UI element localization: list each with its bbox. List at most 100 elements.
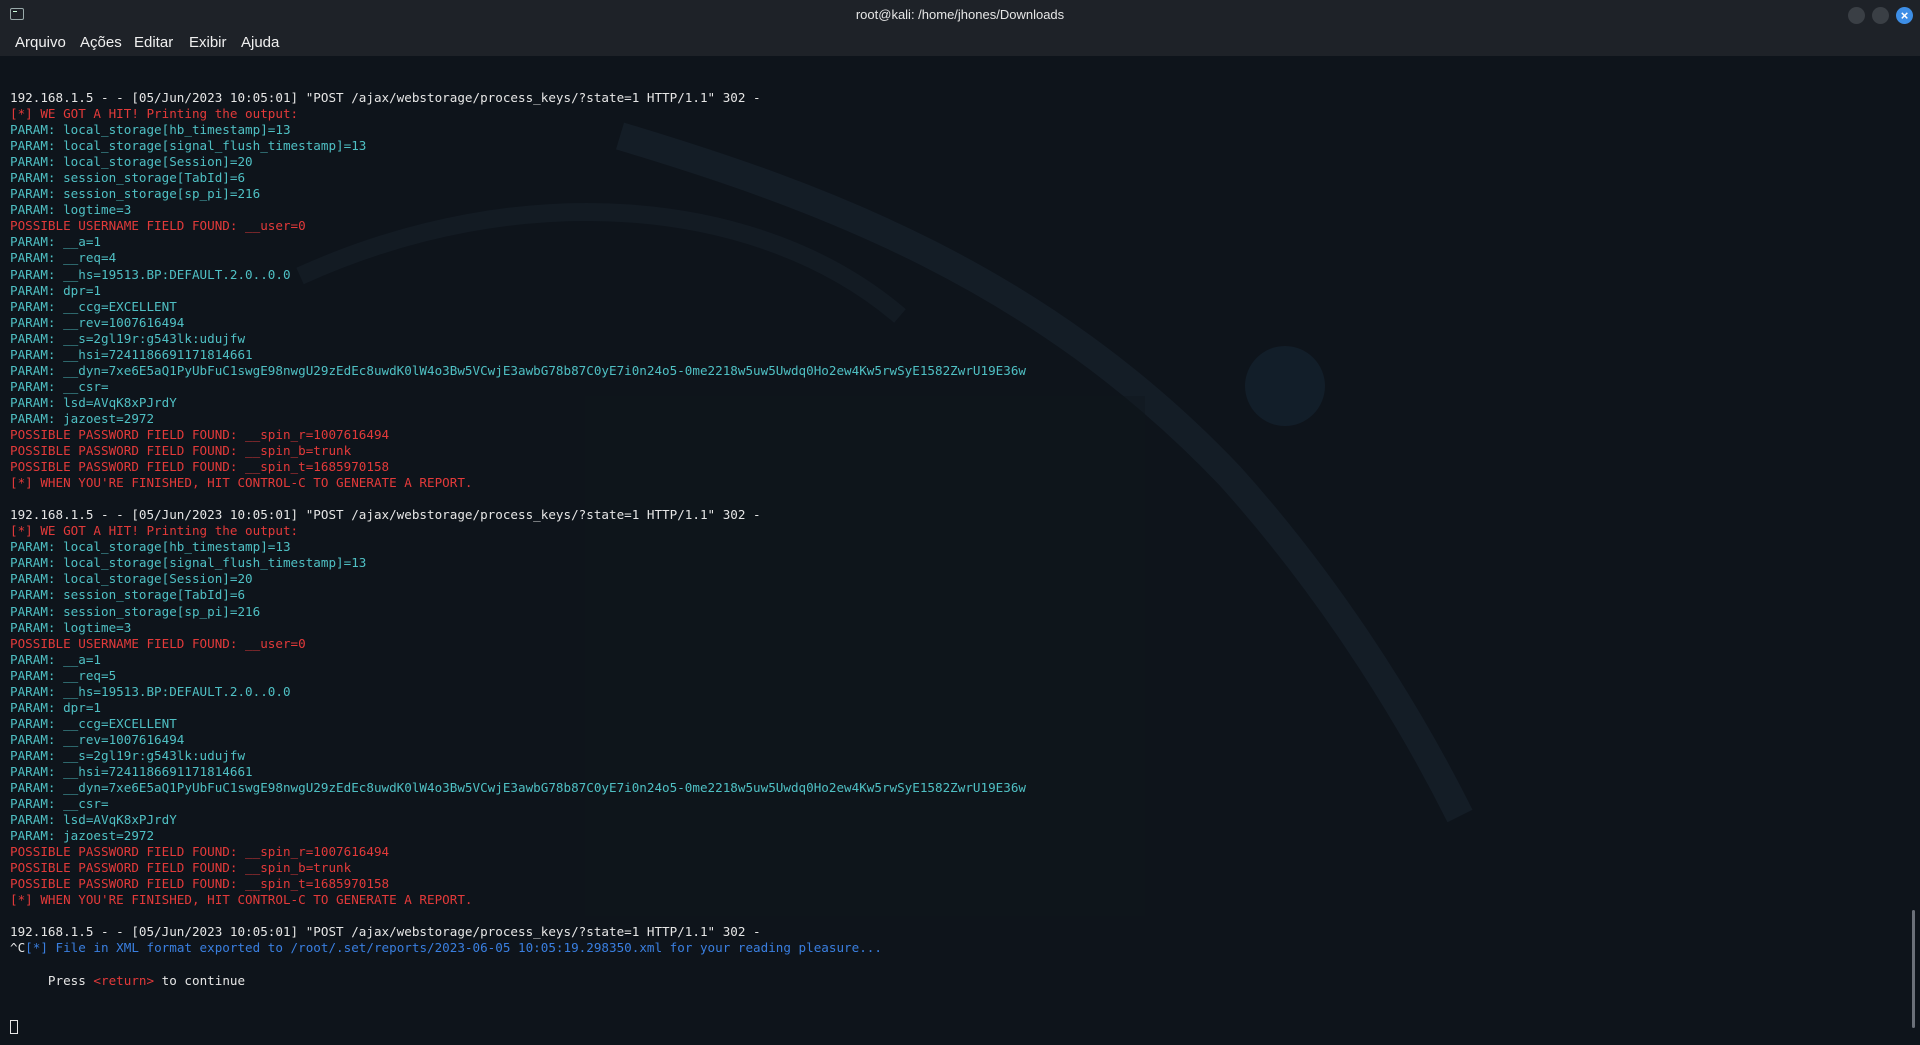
terminal-line: Press <return> to continue bbox=[10, 973, 1026, 989]
terminal-line: POSSIBLE USERNAME FIELD FOUND: __user=0 bbox=[10, 636, 1026, 652]
terminal-text-segment: Press bbox=[10, 972, 94, 988]
scrollbar-thumb[interactable] bbox=[1912, 910, 1915, 1028]
terminal-line: PARAM: __csr= bbox=[10, 796, 1026, 812]
terminal-line: [*] WE GOT A HIT! Printing the output: bbox=[10, 523, 1026, 539]
terminal-line: PARAM: local_storage[hb_timestamp]=13 bbox=[10, 539, 1026, 555]
terminal-line: POSSIBLE USERNAME FIELD FOUND: __user=0 bbox=[10, 218, 1026, 234]
terminal-line: PARAM: local_storage[signal_flush_timest… bbox=[10, 555, 1026, 571]
terminal-text-segment: PARAM: local_storage[signal_flush_timest… bbox=[10, 555, 367, 571]
terminal-text-segment: PARAM: local_storage[hb_timestamp]=13 bbox=[10, 539, 291, 555]
terminal-line: ^C[*] File in XML format exported to /ro… bbox=[10, 940, 1026, 956]
terminal-line: POSSIBLE PASSWORD FIELD FOUND: __spin_r=… bbox=[10, 844, 1026, 860]
terminal-text-segment: PARAM: session_storage[TabId]=6 bbox=[10, 170, 246, 186]
terminal-line: PARAM: __a=1 bbox=[10, 234, 1026, 250]
terminal-text-segment: POSSIBLE USERNAME FIELD FOUND: __user=0 bbox=[10, 635, 306, 651]
terminal-line: PARAM: __s=2gl19r:g543lk:udujfw bbox=[10, 331, 1026, 347]
terminal-line: PARAM: local_storage[hb_timestamp]=13 bbox=[10, 122, 1026, 138]
terminal-line: POSSIBLE PASSWORD FIELD FOUND: __spin_t=… bbox=[10, 876, 1026, 892]
terminal-line: PARAM: __a=1 bbox=[10, 652, 1026, 668]
menu-exibir[interactable]: Exibir bbox=[189, 34, 227, 51]
terminal-text-segment: PARAM: lsd=AVqK8xPJrdY bbox=[10, 812, 177, 828]
terminal-line: PARAM: __dyn=7xe6E5aQ1PyUbFuC1swgE98nwgU… bbox=[10, 780, 1026, 796]
terminal-text-segment: ^C bbox=[10, 940, 26, 956]
close-button[interactable]: × bbox=[1896, 7, 1913, 24]
terminal-line: PARAM: __s=2gl19r:g543lk:udujfw bbox=[10, 748, 1026, 764]
terminal-line: 192.168.1.5 - - [05/Jun/2023 10:05:01] "… bbox=[10, 90, 1026, 106]
terminal-text-segment: PARAM: __s=2gl19r:g543lk:udujfw bbox=[10, 330, 246, 346]
terminal-line: POSSIBLE PASSWORD FIELD FOUND: __spin_b=… bbox=[10, 443, 1026, 459]
terminal-line: PARAM: __hs=19513.BP:DEFAULT.2.0..0.0 bbox=[10, 267, 1026, 283]
terminal-text-segment: PARAM: __csr= bbox=[10, 796, 109, 812]
terminal-line: PARAM: __hsi=7241186691171814661 bbox=[10, 764, 1026, 780]
terminal-line: 192.168.1.5 - - [05/Jun/2023 10:05:01] "… bbox=[10, 507, 1026, 523]
terminal-cursor bbox=[10, 1019, 18, 1037]
terminal-text-segment: POSSIBLE PASSWORD FIELD FOUND: __spin_r=… bbox=[10, 844, 390, 860]
terminal-line: POSSIBLE PASSWORD FIELD FOUND: __spin_b=… bbox=[10, 860, 1026, 876]
menu-arquivo[interactable]: Arquivo bbox=[15, 34, 66, 51]
terminal-text-segment: PARAM: __hsi=7241186691171814661 bbox=[10, 763, 253, 779]
terminal-line: PARAM: __dyn=7xe6E5aQ1PyUbFuC1swgE98nwgU… bbox=[10, 363, 1026, 379]
terminal-text-segment: [*] WHEN YOU'RE FINISHED, HIT CONTROL-C … bbox=[10, 475, 473, 491]
terminal-text-segment: PARAM: logtime=3 bbox=[10, 202, 132, 218]
terminal-text-segment: PARAM: __dyn=7xe6E5aQ1PyUbFuC1swgE98nwgU… bbox=[10, 362, 1026, 378]
terminal-text-segment: PARAM: __a=1 bbox=[10, 651, 101, 667]
terminal-text-segment: [*] WE GOT A HIT! Printing the output: bbox=[10, 523, 299, 539]
terminal-line: [*] WHEN YOU'RE FINISHED, HIT CONTROL-C … bbox=[10, 892, 1026, 908]
terminal-text-segment: POSSIBLE PASSWORD FIELD FOUND: __spin_r=… bbox=[10, 426, 390, 442]
terminal-line: PARAM: __rev=1007616494 bbox=[10, 732, 1026, 748]
terminal-text-segment: POSSIBLE PASSWORD FIELD FOUND: __spin_t=… bbox=[10, 876, 390, 892]
terminal-text-segment: PARAM: __req=5 bbox=[10, 667, 117, 683]
terminal-text-segment: PARAM: __ccg=EXCELLENT bbox=[10, 298, 177, 314]
terminal-text-segment: PARAM: __a=1 bbox=[10, 234, 101, 250]
terminal-text-segment: to continue bbox=[154, 972, 246, 988]
terminal-text-segment: PARAM: lsd=AVqK8xPJrdY bbox=[10, 394, 177, 410]
terminal-line: [*] WHEN YOU'RE FINISHED, HIT CONTROL-C … bbox=[10, 475, 1026, 491]
menu-ajuda[interactable]: Ajuda bbox=[241, 34, 279, 51]
terminal-text-segment: [*] WHEN YOU'RE FINISHED, HIT CONTROL-C … bbox=[10, 892, 473, 908]
terminal-text-segment: PARAM: __dyn=7xe6E5aQ1PyUbFuC1swgE98nwgU… bbox=[10, 780, 1026, 796]
terminal-text-segment: PARAM: __hs=19513.BP:DEFAULT.2.0..0.0 bbox=[10, 266, 291, 282]
terminal-text-segment: POSSIBLE PASSWORD FIELD FOUND: __spin_b=… bbox=[10, 860, 352, 876]
terminal-line: PARAM: logtime=3 bbox=[10, 620, 1026, 636]
title-bar[interactable]: root@kali: /home/jhones/Downloads × bbox=[0, 0, 1920, 30]
terminal-text-segment: POSSIBLE PASSWORD FIELD FOUND: __spin_b=… bbox=[10, 443, 352, 459]
terminal-line: [*] WE GOT A HIT! Printing the output: bbox=[10, 106, 1026, 122]
terminal-line: PARAM: lsd=AVqK8xPJrdY bbox=[10, 812, 1026, 828]
terminal-line: PARAM: local_storage[Session]=20 bbox=[10, 571, 1026, 587]
close-icon: × bbox=[1900, 8, 1909, 23]
terminal-text-segment: PARAM: local_storage[Session]=20 bbox=[10, 571, 253, 587]
terminal-text-segment: PARAM: __hs=19513.BP:DEFAULT.2.0..0.0 bbox=[10, 683, 291, 699]
terminal-text-segment: PARAM: session_storage[sp_pi]=216 bbox=[10, 603, 261, 619]
terminal-text-segment: <return> bbox=[93, 972, 155, 988]
terminal-scrollbar[interactable] bbox=[1906, 56, 1920, 1045]
terminal-line: PARAM: jazoest=2972 bbox=[10, 828, 1026, 844]
terminal-text-segment: POSSIBLE PASSWORD FIELD FOUND: __spin_t=… bbox=[10, 459, 390, 475]
menu-bar: Arquivo Ações Editar Exibir Ajuda bbox=[0, 30, 1920, 56]
terminal-line: PARAM: logtime=3 bbox=[10, 202, 1026, 218]
terminal-line: PARAM: local_storage[signal_flush_timest… bbox=[10, 138, 1026, 154]
minimize-button[interactable] bbox=[1848, 7, 1865, 24]
terminal-line: PARAM: session_storage[sp_pi]=216 bbox=[10, 604, 1026, 620]
terminal-text-segment: 192.168.1.5 - - [05/Jun/2023 10:05:01] "… bbox=[10, 924, 761, 940]
terminal-text-segment: 192.168.1.5 - - [05/Jun/2023 10:05:01] "… bbox=[10, 90, 761, 105]
terminal-text-segment: PARAM: dpr=1 bbox=[10, 699, 101, 715]
terminal-text-segment: 192.168.1.5 - - [05/Jun/2023 10:05:01] "… bbox=[10, 507, 761, 523]
maximize-button[interactable] bbox=[1872, 7, 1889, 24]
terminal-text-segment: PARAM: local_storage[Session]=20 bbox=[10, 154, 253, 170]
terminal-text-segment: [*] File in XML format exported to /root… bbox=[25, 940, 882, 956]
menu-editar[interactable]: Editar bbox=[134, 34, 173, 51]
terminal-line: PARAM: session_storage[TabId]=6 bbox=[10, 170, 1026, 186]
terminal-line: PARAM: dpr=1 bbox=[10, 700, 1026, 716]
terminal-text-segment: PARAM: __ccg=EXCELLENT bbox=[10, 715, 177, 731]
menu-acoes[interactable]: Ações bbox=[80, 34, 122, 51]
terminal-line: PARAM: dpr=1 bbox=[10, 283, 1026, 299]
terminal-output-area[interactable]: 192.168.1.5 - - [05/Jun/2023 10:05:01] "… bbox=[0, 56, 1906, 1045]
terminal-line: 192.168.1.5 - - [05/Jun/2023 10:05:01] "… bbox=[10, 924, 1026, 940]
terminal-line: PARAM: __hsi=7241186691171814661 bbox=[10, 347, 1026, 363]
terminal-text-segment: [*] WE GOT A HIT! Printing the output: bbox=[10, 106, 299, 122]
terminal-text-segment: PARAM: __rev=1007616494 bbox=[10, 731, 185, 747]
terminal-text-segment: PARAM: dpr=1 bbox=[10, 282, 101, 298]
window-title: root@kali: /home/jhones/Downloads bbox=[855, 7, 1065, 22]
